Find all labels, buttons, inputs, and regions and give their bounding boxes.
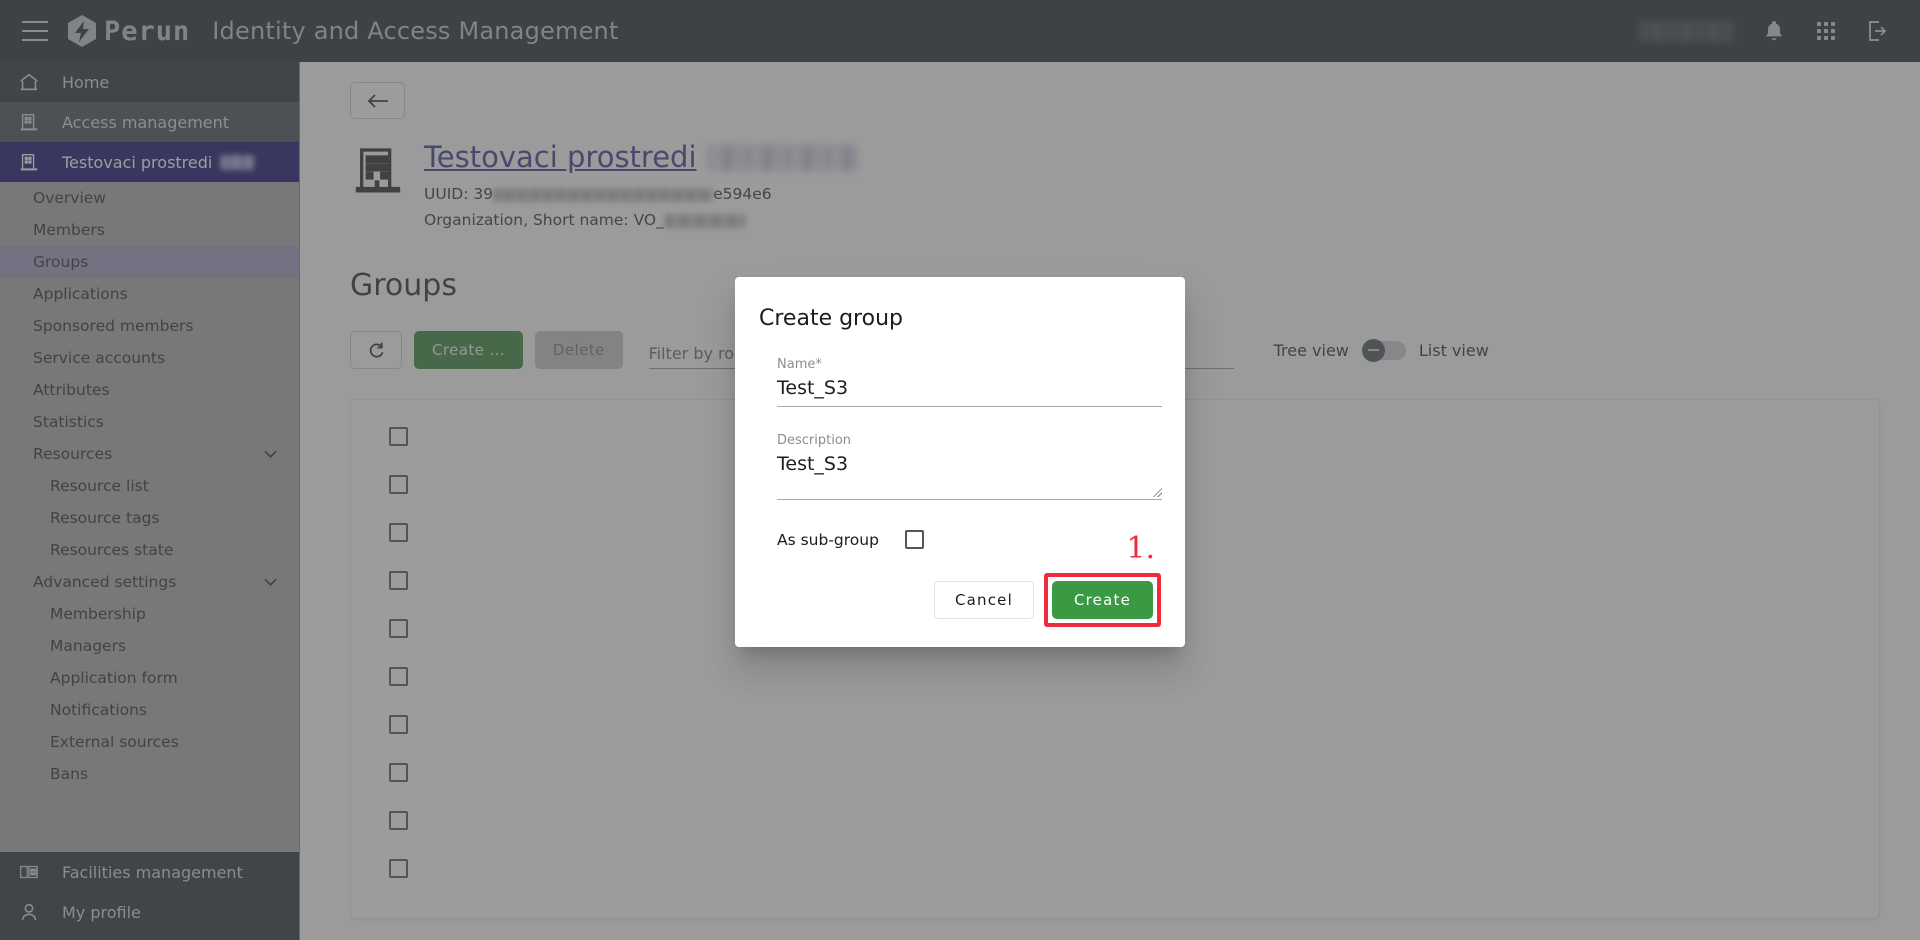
create-button[interactable]: Create (1052, 581, 1153, 619)
field-underline (777, 499, 1162, 500)
as-subgroup-checkbox[interactable] (905, 530, 924, 549)
annotation-step-number: 1. (1126, 531, 1155, 566)
annotation-highlight-box: Create (1044, 573, 1161, 627)
cancel-button[interactable]: Cancel (934, 581, 1034, 619)
app-root: Perun Identity and Access Management (0, 0, 1920, 940)
create-group-dialog: Create group Name* Test_S3 Description T… (735, 277, 1185, 647)
dialog-actions: Cancel 1. Create (759, 573, 1161, 647)
group-name-input[interactable]: Test_S3 (777, 377, 1162, 406)
create-button-annotation: 1. Create (1044, 573, 1161, 627)
as-subgroup-row: As sub-group (777, 530, 1161, 549)
group-description-field: Description Test_S3 (777, 433, 1162, 500)
group-description-label: Description (777, 433, 1162, 448)
dialog-title: Create group (759, 306, 1161, 331)
group-name-field: Name* Test_S3 (777, 357, 1162, 407)
field-underline (777, 406, 1162, 407)
group-name-label: Name* (777, 357, 1162, 372)
as-subgroup-label: As sub-group (777, 531, 879, 549)
group-description-input[interactable]: Test_S3 (777, 453, 1162, 499)
